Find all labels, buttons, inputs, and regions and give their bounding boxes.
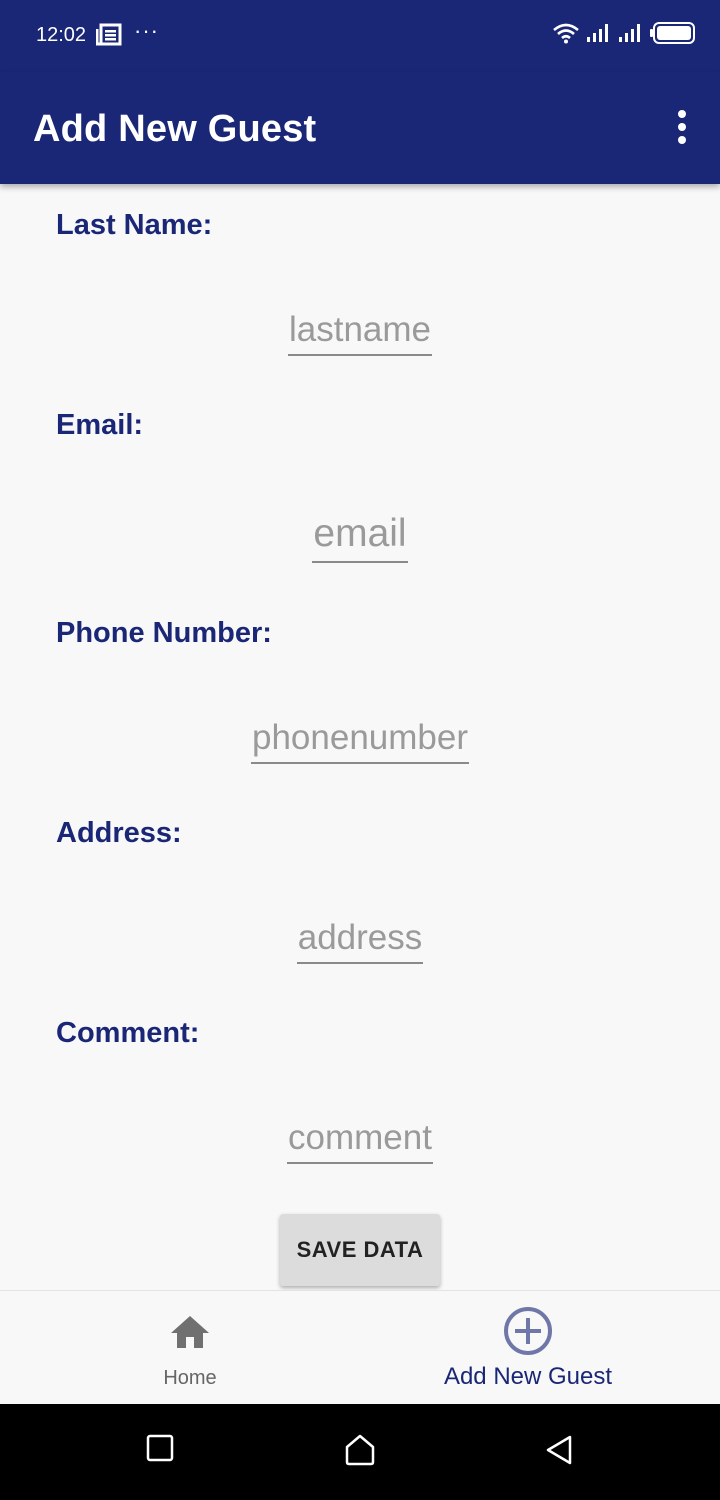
lastname-field-wrap: lastname bbox=[0, 310, 720, 357]
nav-add-new-guest-label: Add New Guest bbox=[443, 1363, 613, 1390]
nav-item-home[interactable]: Home bbox=[10, 1291, 370, 1405]
phone-number-label: Phone Number: bbox=[56, 617, 272, 649]
home-button[interactable] bbox=[344, 1434, 376, 1471]
email-field-wrap: email bbox=[0, 512, 720, 563]
email-label: Email: bbox=[56, 409, 144, 441]
save-data-button[interactable]: SAVE DATA bbox=[280, 1214, 440, 1286]
home-icon bbox=[170, 1315, 210, 1354]
wifi-icon bbox=[552, 22, 580, 49]
system-navigation-bar bbox=[0, 1404, 720, 1500]
recent-apps-button[interactable] bbox=[146, 1434, 174, 1467]
comment-field[interactable]: comment bbox=[287, 1118, 433, 1165]
battery-icon bbox=[650, 22, 696, 49]
add-circle-icon bbox=[502, 1305, 554, 1362]
comment-field-wrap: comment bbox=[0, 1118, 720, 1165]
signal-icon bbox=[586, 23, 612, 48]
nav-item-add-new-guest[interactable]: Add New Guest bbox=[348, 1291, 708, 1405]
lastname-label: Last Name: bbox=[56, 209, 213, 241]
back-button[interactable] bbox=[544, 1434, 574, 1471]
more-notifications-icon: ··· bbox=[134, 18, 159, 43]
signal-icon-2 bbox=[618, 23, 644, 48]
page-title: Add New Guest bbox=[33, 108, 317, 150]
app-bar: Add New Guest bbox=[0, 72, 720, 184]
overflow-menu-button[interactable] bbox=[674, 110, 690, 146]
address-field-wrap: address bbox=[0, 918, 720, 965]
news-notification-icon bbox=[95, 23, 122, 52]
email-field[interactable]: email bbox=[312, 512, 408, 563]
status-icons bbox=[552, 22, 696, 49]
address-label: Address: bbox=[56, 817, 182, 849]
status-bar: 12:02 ··· bbox=[0, 0, 720, 72]
phone-number-field[interactable]: phonenumber bbox=[251, 718, 469, 765]
address-field[interactable]: address bbox=[296, 918, 424, 965]
bottom-navigation: Home Add New Guest bbox=[0, 1290, 720, 1405]
status-time: 12:02 bbox=[36, 24, 87, 46]
overflow-dot-icon bbox=[678, 136, 686, 144]
comment-label: Comment: bbox=[56, 1017, 200, 1049]
nav-home-label: Home bbox=[163, 1367, 217, 1389]
lastname-field[interactable]: lastname bbox=[287, 310, 433, 357]
overflow-dot-icon bbox=[678, 123, 686, 131]
phone-number-field-wrap: phonenumber bbox=[0, 718, 720, 765]
overflow-dot-icon bbox=[678, 110, 686, 118]
